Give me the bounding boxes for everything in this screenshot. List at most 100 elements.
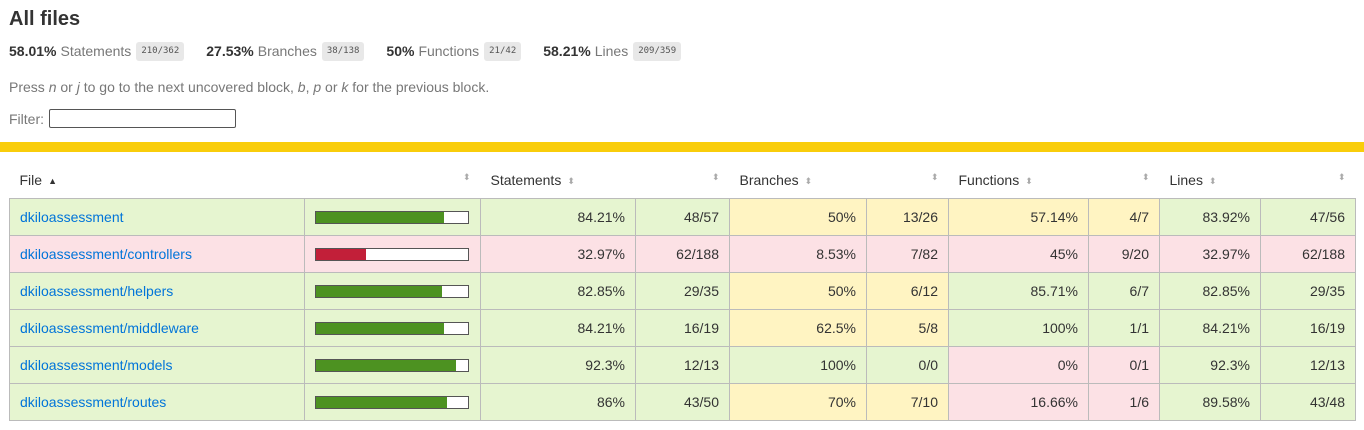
file-link[interactable]: dkiloassessment/models bbox=[20, 357, 173, 373]
header-lines-raw[interactable]: ⬍ bbox=[1260, 162, 1356, 199]
file-link[interactable]: dkiloassessment/controllers bbox=[20, 246, 192, 262]
functions-pct: 45% bbox=[948, 235, 1089, 273]
table-row: dkiloassessment/controllers 32.97% 62/188 8… bbox=[9, 235, 1356, 273]
statements-pct: 32.97% bbox=[480, 235, 636, 273]
summary-statements: 58.01% Statements 210/362 bbox=[9, 41, 185, 61]
coverage-bar bbox=[315, 210, 469, 224]
coverage-status-bar bbox=[0, 142, 1364, 152]
statements-fraction: 12/13 bbox=[635, 346, 730, 384]
lines-pct: 84.21% bbox=[1159, 309, 1261, 347]
coverage-bar bbox=[315, 247, 469, 261]
coverage-bar-fill bbox=[316, 285, 442, 297]
sort-icon: ⬍ bbox=[1141, 172, 1150, 182]
header-label: Branches bbox=[739, 172, 799, 188]
lines-pct: 89.58% bbox=[1159, 383, 1261, 421]
sort-icon: ⬍ bbox=[1025, 176, 1033, 187]
file-link[interactable]: dkiloassessment/helpers bbox=[20, 283, 173, 299]
filter-label: Filter: bbox=[9, 110, 44, 127]
coverage-summary: 58.01% Statements 210/362 27.53% Branche… bbox=[9, 40, 1355, 62]
header-branches-raw[interactable]: ⬍ bbox=[866, 162, 949, 199]
header-functions[interactable]: Functions ⬍ bbox=[948, 162, 1089, 199]
filter-input[interactable] bbox=[49, 109, 236, 128]
branches-fraction: 6/12 bbox=[866, 272, 949, 310]
lines-fraction: 62/188 bbox=[1260, 235, 1356, 273]
coverage-bar bbox=[315, 395, 469, 409]
file-cell: dkiloassessment/models bbox=[9, 346, 305, 384]
sort-icon: ⬍ bbox=[462, 172, 471, 182]
branches-pct: 8.53% bbox=[729, 235, 867, 273]
sort-ascending-icon: ▲ bbox=[48, 176, 57, 186]
file-link[interactable]: dkiloassessment/routes bbox=[20, 394, 166, 410]
functions-fraction: 0/1 bbox=[1088, 346, 1160, 384]
coverage-bar-fill bbox=[316, 396, 447, 408]
header-statements[interactable]: Statements ⬍ bbox=[480, 162, 636, 199]
summary-pct: 58.01% bbox=[9, 43, 57, 59]
hint-text: Press bbox=[9, 79, 49, 95]
lines-pct: 83.92% bbox=[1159, 198, 1261, 236]
header-label: Functions bbox=[958, 172, 1020, 188]
branches-pct: 70% bbox=[729, 383, 867, 421]
summary-pct: 27.53% bbox=[206, 43, 254, 59]
statements-pct: 92.3% bbox=[480, 346, 636, 384]
statements-pct: 84.21% bbox=[480, 198, 636, 236]
summary-label: Lines bbox=[594, 43, 629, 59]
file-link[interactable]: dkiloassessment/middleware bbox=[20, 320, 199, 336]
header-file[interactable]: File ▲ bbox=[9, 162, 305, 199]
functions-pct: 57.14% bbox=[948, 198, 1089, 236]
coverage-bar bbox=[315, 358, 469, 372]
summary-fraction: 21/42 bbox=[484, 41, 522, 61]
branches-fraction: 7/10 bbox=[866, 383, 949, 421]
hint-text: to go to the next uncovered block, bbox=[79, 79, 298, 95]
table-row: dkiloassessment/middleware 84.21% 16/19 62.… bbox=[9, 309, 1356, 347]
branches-fraction: 13/26 bbox=[866, 198, 949, 236]
coverage-bar-fill bbox=[316, 211, 444, 223]
summary-label: Branches bbox=[257, 43, 317, 59]
summary-pct: 50% bbox=[386, 43, 415, 59]
lines-fraction: 12/13 bbox=[1260, 346, 1356, 384]
lines-pct: 82.85% bbox=[1159, 272, 1261, 310]
branches-fraction: 7/82 bbox=[866, 235, 949, 273]
sort-icon: ⬍ bbox=[567, 176, 575, 187]
table-row: dkiloassessment 84.21% 48/57 50% 13/26 57.14%… bbox=[9, 198, 1356, 236]
functions-pct: 100% bbox=[948, 309, 1089, 347]
statements-fraction: 16/19 bbox=[635, 309, 730, 347]
file-cell: dkiloassessment/helpers bbox=[9, 272, 305, 310]
table-row: dkiloassessment/models 92.3% 12/13 100% 0/0 0… bbox=[9, 346, 1356, 384]
lines-fraction: 47/56 bbox=[1260, 198, 1356, 236]
branches-fraction: 0/0 bbox=[866, 346, 949, 384]
lines-pct: 32.97% bbox=[1159, 235, 1261, 273]
coverage-bar-cell bbox=[304, 272, 481, 310]
statements-fraction: 43/50 bbox=[635, 383, 730, 421]
branches-fraction: 5/8 bbox=[866, 309, 949, 347]
coverage-bar-cell bbox=[304, 346, 481, 384]
header-file-bar[interactable]: ⬍ bbox=[304, 162, 481, 199]
lines-fraction: 43/48 bbox=[1260, 383, 1356, 421]
hint-text: or bbox=[56, 79, 77, 95]
sort-icon: ⬍ bbox=[1208, 176, 1217, 187]
header-lines[interactable]: Lines ⬍ bbox=[1159, 162, 1261, 199]
summary-fraction: 210/362 bbox=[136, 41, 185, 61]
file-link[interactable]: dkiloassessment bbox=[20, 209, 124, 225]
header-functions-raw[interactable]: ⬍ bbox=[1088, 162, 1160, 199]
filter-row: Filter: bbox=[9, 109, 1355, 128]
coverage-bar-cell bbox=[304, 383, 481, 421]
header-statements-raw[interactable]: ⬍ bbox=[635, 162, 730, 199]
file-cell: dkiloassessment/routes bbox=[9, 383, 305, 421]
table-header-row: File ▲ ⬍ Statements ⬍ ⬍ Branches ⬍ ⬍ Functi… bbox=[9, 162, 1356, 199]
summary-fraction: 38/138 bbox=[321, 41, 365, 61]
header-label: Statements bbox=[490, 172, 562, 188]
functions-fraction: 4/7 bbox=[1088, 198, 1160, 236]
statements-pct: 86% bbox=[480, 383, 636, 421]
summary-functions: 50% Functions 21/42 bbox=[386, 41, 522, 61]
coverage-bar-fill bbox=[316, 248, 367, 260]
coverage-bar-cell bbox=[304, 198, 481, 236]
file-cell: dkiloassessment bbox=[9, 198, 305, 236]
header-label: Lines bbox=[1169, 172, 1203, 188]
statements-pct: 82.85% bbox=[480, 272, 636, 310]
page-title: All files bbox=[9, 8, 81, 30]
hint-text: for the previous block. bbox=[348, 79, 490, 95]
header-branches[interactable]: Branches ⬍ bbox=[729, 162, 867, 199]
statements-fraction: 48/57 bbox=[635, 198, 730, 236]
functions-fraction: 9/20 bbox=[1088, 235, 1160, 273]
coverage-bar-fill bbox=[316, 359, 457, 371]
